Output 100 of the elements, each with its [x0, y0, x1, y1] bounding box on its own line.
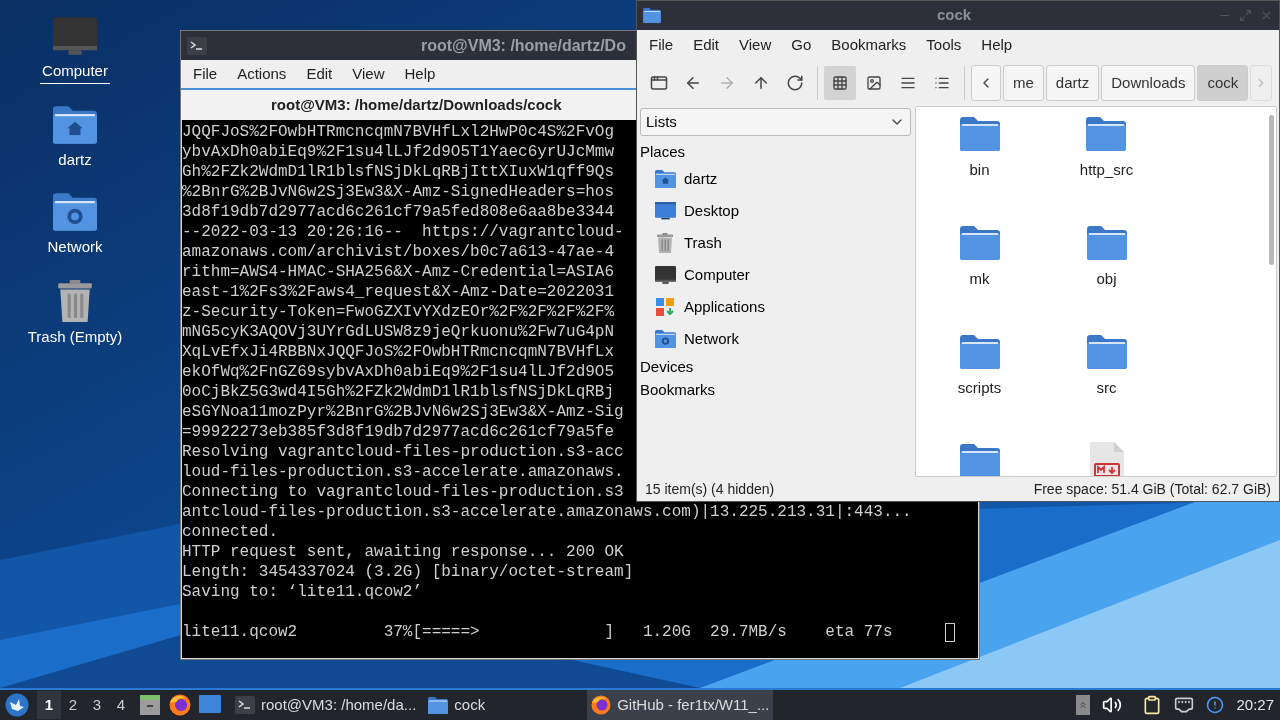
place-label: Desktop: [684, 200, 740, 221]
terminal-line: mNG5cyK3AQOVj3UYrGdLUSW8z9jeQrkuonu%2Fw7uG4pN: [182, 322, 615, 342]
terminal-line: Length: 3454337024 (3.2G) [binary/octet-stream]: [182, 562, 634, 582]
folder-item[interactable]: bin: [959, 115, 1000, 182]
cursor-icon: [944, 622, 955, 642]
terminal-line: =99922273eb385f3d8f19db7d2977acd6c261cf79a5fe: [182, 422, 615, 442]
file-name: scripts: [957, 378, 1002, 398]
menu-item[interactable]: View: [729, 33, 782, 57]
taskbar-window-button[interactable]: root@VM3: /home/da...: [231, 690, 421, 720]
taskbar-window-button[interactable]: cock: [424, 690, 490, 720]
window-title: root@VM3: /home/dartz/Do: [421, 35, 626, 56]
eject-icon: [1078, 700, 1089, 710]
menu-item[interactable]: Help: [971, 33, 1023, 57]
taskbar-window-button[interactable]: GitHub - fer1tx/W11_...: [587, 690, 774, 720]
menu-item[interactable]: File: [639, 33, 684, 57]
place-item[interactable]: Network: [640, 323, 915, 355]
terminal-line: 0oCjBkZ5G3wd4I5Gh%2FZk2WdmD1lR1blsfNSjDkLqRBj: [182, 382, 615, 402]
network-icon[interactable]: [1174, 695, 1195, 715]
folder-icon: [1086, 224, 1127, 262]
menu-item[interactable]: View: [342, 62, 395, 86]
section-heading[interactable]: Bookmarks: [640, 378, 915, 401]
clock[interactable]: 20:27: [1236, 693, 1274, 717]
terminal-line: Gh%2FZk2WdmD1lR1blsfNSjDkLqRBjIttXIuxW1qff9Qs: [182, 162, 615, 182]
folder-icon: [1086, 333, 1127, 371]
terminal-line: eSGYNoa11mozPyr%2BnrG%2BJvN6w2Sj3Ew3&X-Amz-Sig: [182, 402, 624, 422]
path-button[interactable]: cock: [1197, 65, 1249, 101]
path-button[interactable]: me: [1003, 65, 1044, 101]
desktop-icon-label[interactable]: Network: [45, 236, 105, 259]
desktop-icon-label[interactable]: Computer: [40, 60, 110, 84]
folder-icon: [959, 442, 1000, 476]
file-name: src: [1096, 378, 1117, 398]
grid-icon: [832, 75, 848, 91]
terminal-line: XqLvEfxJi4RBBNxJQQFJoS%2FOwbHTRmcncqmN7BVHfLx: [182, 342, 615, 362]
path-button[interactable]: Downloads: [1101, 65, 1196, 101]
desktop-icon-label[interactable]: dartz: [56, 148, 94, 171]
list-icon: [934, 75, 950, 91]
folder-item[interactable]: mk: [959, 224, 1000, 291]
menu-item[interactable]: File: [183, 62, 228, 86]
place-label: Network: [684, 328, 739, 349]
menu-item[interactable]: Tools: [916, 33, 972, 57]
place-label: dartz: [684, 168, 718, 189]
menu-item[interactable]: Actions: [227, 62, 297, 86]
terminal-icon: [235, 696, 255, 714]
folder-icon: [959, 224, 1000, 262]
section-heading[interactable]: Places: [640, 141, 915, 163]
terminal-line: 3d8f19db7d2977acd6c261cf79a5fed808e6aa8be3344: [182, 202, 615, 222]
trash-icon: [656, 233, 674, 253]
terminal-line: %2BnrG%2BJvN6w2Sj3Ew3&X-Amz-SignedHeaders=hos: [182, 182, 615, 202]
place-item[interactable]: Desktop: [640, 195, 915, 227]
menu-item[interactable]: Help: [394, 62, 446, 86]
section-heading[interactable]: Devices: [640, 355, 915, 378]
path-button[interactable]: dartz: [1045, 65, 1100, 101]
menu-item[interactable]: Edit: [296, 62, 343, 86]
network-folder-icon: [654, 330, 676, 348]
new-window-icon: [650, 74, 668, 92]
folder-item[interactable]: [959, 442, 1000, 476]
folder-item[interactable]: src: [1086, 333, 1127, 400]
clipboard-icon[interactable]: [1142, 694, 1163, 716]
terminal-line: --2022-03-13 20:26:16-- https://vagrantcloud-: [182, 222, 624, 242]
workspace-button[interactable]: 3: [85, 691, 109, 719]
monitor-icon: [654, 266, 676, 284]
side-pane-mode-dropdown[interactable]: Lists: [640, 108, 911, 136]
desktop-icon-label[interactable]: Trash (Empty): [25, 325, 125, 348]
view-mode-button[interactable]: [824, 66, 856, 100]
terminal-line: Connecting to vagrantcloud-files-production.s3: [182, 482, 624, 502]
place-item[interactable]: Computer: [640, 259, 915, 291]
folder-item[interactable]: scripts: [957, 333, 1002, 400]
trash-icon: [57, 279, 93, 322]
terminal-line: Resolving vagrantcloud-files-production.s3-acc: [182, 442, 624, 462]
start-menu-icon[interactable]: [5, 693, 29, 717]
file-name: http_src: [1079, 160, 1134, 180]
folder-icon: [643, 8, 661, 23]
folder-item[interactable]: http_src: [1079, 115, 1134, 182]
place-label: Computer: [684, 264, 750, 285]
eject-button[interactable]: [1076, 695, 1091, 715]
reload-icon: [786, 74, 804, 92]
terminal-line: lite11.qcow2 37%[=====> ] 1.20G 29.7MB/s eta 77s: [182, 622, 893, 642]
terminal-line: HTTP request sent, awaiting response... 200 OK: [182, 542, 624, 562]
place-item[interactable]: Trash: [640, 227, 915, 259]
menu-item[interactable]: Go: [781, 33, 822, 57]
place-item[interactable]: Applications: [640, 291, 915, 323]
notification-icon[interactable]: [1206, 696, 1225, 714]
volume-icon[interactable]: [1102, 695, 1123, 715]
home-folder-icon: [654, 170, 676, 188]
menu-item[interactable]: Edit: [683, 33, 730, 57]
menu-item[interactable]: Bookmarks: [821, 33, 917, 57]
browser-icon: [591, 695, 612, 715]
browser-icon: [169, 694, 191, 716]
workspace-button[interactable]: 1: [37, 691, 61, 719]
file-cabinet-icon[interactable]: [139, 694, 161, 716]
workspace-button[interactable]: 4: [109, 691, 133, 719]
terminal-line: loud-files-production.s3-accelerate.amazonaws.: [182, 462, 624, 482]
folder-item[interactable]: obj: [1086, 224, 1127, 291]
terminal-line: rithm=AWS4-HMAC-SHA256&X-Amz-Credential=ASIA6: [182, 262, 615, 282]
scrollbar-thumb[interactable]: [1268, 115, 1274, 265]
place-item[interactable]: dartz: [640, 163, 915, 195]
show-desktop-icon[interactable]: [199, 695, 221, 715]
workspace-button[interactable]: 2: [61, 691, 85, 719]
file-item[interactable]: [1089, 442, 1124, 476]
image-icon: [866, 75, 882, 91]
